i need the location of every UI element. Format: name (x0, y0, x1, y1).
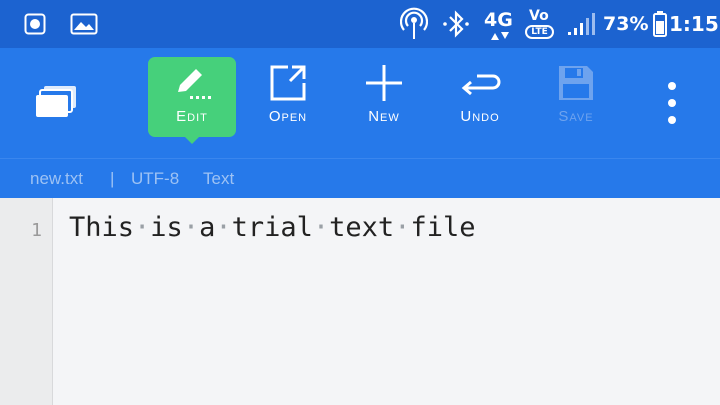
new-label: New (368, 108, 400, 125)
encoding-label[interactable]: UTF-8 (131, 169, 179, 189)
whitespace-marker: · (394, 212, 411, 243)
more-options-icon[interactable] (660, 81, 684, 125)
undo-icon (459, 65, 501, 101)
status-bar: 4G Vo LTE 73% 1:15 (0, 0, 720, 48)
line-number: 1 (31, 220, 42, 241)
whitespace-marker: · (312, 212, 330, 243)
lte-badge: LTE (525, 25, 554, 39)
volte-label: Vo (529, 8, 549, 24)
word: a (199, 212, 216, 243)
whitespace-marker: · (182, 212, 200, 243)
hotspot-icon (400, 0, 428, 48)
edit-label: Edit (176, 108, 208, 125)
open-label: Open (268, 108, 308, 125)
pencil-icon (172, 65, 212, 101)
undo-label: Undo (460, 108, 500, 125)
floppy-disk-icon (557, 65, 595, 101)
word: trial (231, 212, 313, 243)
text-line[interactable]: This·is·a·trial·text·file (69, 212, 475, 243)
save-label: Save (558, 108, 594, 125)
edit-button[interactable]: Edit (148, 57, 236, 144)
gallery-notification-icon (70, 0, 98, 48)
battery-icon (653, 0, 667, 48)
screenshot-notification-icon (24, 0, 46, 48)
tabs-icon[interactable] (34, 84, 78, 124)
editor-toolbar: Edit Open New Undo Save (0, 48, 720, 158)
undo-button[interactable]: Undo (436, 57, 524, 137)
plus-icon (364, 65, 404, 101)
open-button[interactable]: Open (244, 57, 332, 137)
word: text (329, 212, 395, 243)
bluetooth-icon (440, 0, 472, 48)
word: is (150, 212, 183, 243)
signal-strength-icon (567, 0, 597, 48)
whitespace-marker: · (215, 212, 232, 243)
word: This (69, 212, 135, 243)
clock: 1:15 (669, 12, 719, 36)
whitespace-marker: · (134, 212, 151, 243)
line-number-gutter: 1 (0, 198, 53, 405)
word: file (410, 212, 476, 243)
text-editor[interactable]: 1 This·is·a·trial·text·file (0, 198, 720, 405)
new-button[interactable]: New (340, 57, 428, 137)
file-name: new.txt (30, 169, 83, 188)
open-external-icon (268, 65, 308, 101)
file-info-bar: new.txt | UTF-8 Text (0, 158, 720, 198)
info-separator: | (110, 169, 115, 188)
battery-percent: 73% (603, 13, 649, 35)
save-button[interactable]: Save (532, 57, 620, 137)
data-arrows-icon (490, 29, 510, 43)
syntax-mode-label[interactable]: Text (203, 169, 234, 189)
